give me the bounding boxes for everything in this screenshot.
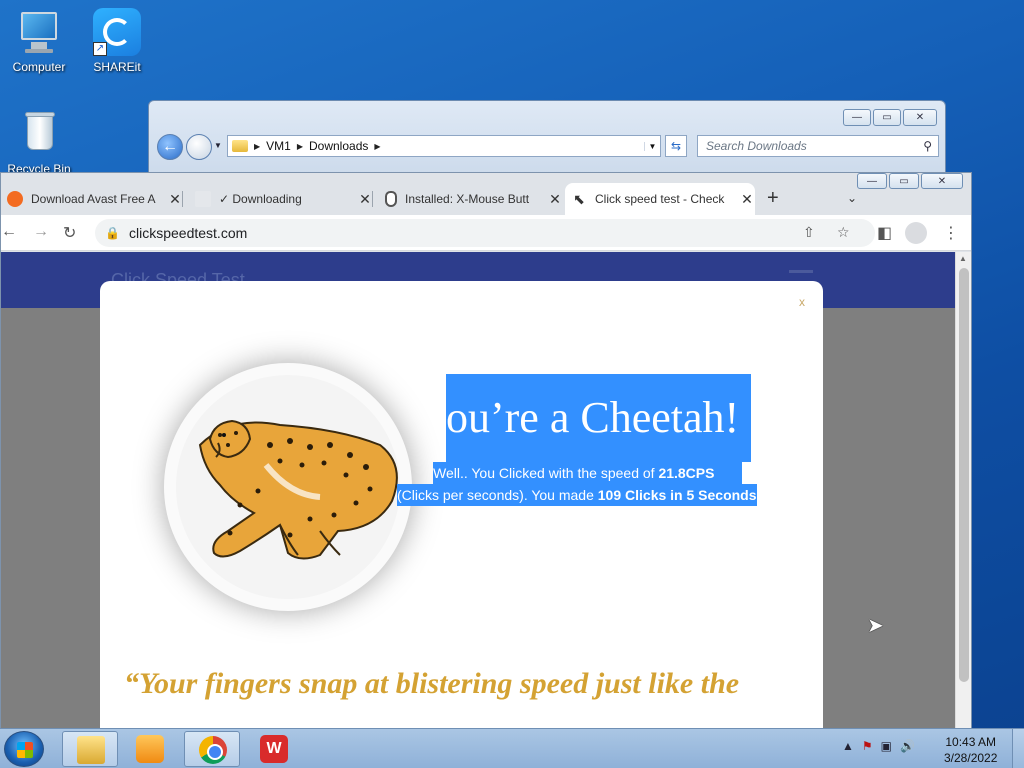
profile-avatar-icon[interactable] [905, 222, 927, 244]
lock-icon[interactable]: 🔒 [105, 226, 120, 240]
page-scrollbar[interactable]: ▲ [955, 252, 971, 728]
desktop-icon-recycle-bin[interactable]: Recycle Bin [4, 110, 74, 176]
cheetah-icon [198, 419, 398, 560]
recycle-bin-icon [15, 110, 63, 158]
close-button[interactable]: ✕ [903, 109, 937, 126]
taskbar-app-chrome[interactable] [184, 731, 240, 767]
explorer-address-bar[interactable]: ▶ VM1 ▶ Downloads ▶ ▼ [227, 135, 661, 157]
cheetah-badge [164, 363, 412, 611]
cps-value: 21.8CPS [658, 465, 715, 481]
wps-icon: W [260, 735, 288, 763]
action-center-flag-icon[interactable]: ⚑ [862, 739, 873, 753]
back-arrow-icon[interactable]: ← [157, 134, 183, 160]
taskbar: W ▲ ⚑ ▣ 🔊 10:43 AM 3/28/2022 [0, 728, 1024, 768]
chevron-right-icon[interactable]: ▶ [254, 142, 260, 151]
chevron-right-icon[interactable]: ▶ [374, 142, 380, 151]
media-player-icon [136, 735, 164, 763]
forward-arrow-icon[interactable]: → [33, 223, 49, 241]
explorer-window-controls: — ▭ ✕ [843, 109, 937, 126]
chevron-down-icon[interactable]: ▼ [644, 141, 660, 151]
clock[interactable]: 10:43 AM 3/28/2022 [944, 734, 997, 766]
page-viewport: Click Speed Test x ou’re a Cheetah! Well… [1, 252, 955, 728]
show-desktop-button[interactable] [1012, 729, 1024, 768]
browser-toolbar: ← → ↻ 🔒 clickspeedtest.com ⇧ ☆ ◧ ⋮ [1, 215, 971, 251]
explorer-icon [77, 736, 105, 764]
result-text: Well.. You Clicked with the speed of [433, 465, 659, 481]
cheetah-quote: “Your fingers snap at blistering speed j… [124, 667, 740, 700]
close-tab-icon[interactable]: ✕ [357, 191, 373, 208]
breadcrumb-item[interactable]: VM1 [266, 139, 291, 153]
menu-icon[interactable]: ⋮ [943, 223, 959, 243]
close-tab-icon[interactable]: ✕ [167, 191, 183, 208]
windows-logo-icon [17, 742, 33, 758]
clock-time: 10:43 AM [945, 735, 997, 749]
tab-strip: Download Avast Free A ✕ ✓ Downloading ✕ … [1, 183, 971, 215]
taskbar-app-wps[interactable]: W [246, 731, 302, 767]
start-button[interactable] [4, 731, 44, 767]
new-tab-button[interactable]: + [767, 187, 779, 210]
taskbar-app-media-player[interactable] [122, 731, 178, 767]
desktop-icon-label: Computer [12, 60, 66, 74]
chevron-right-icon[interactable]: ▶ [297, 142, 303, 151]
cursor-click-icon: ⬉ [573, 191, 585, 207]
url-text[interactable]: clickspeedtest.com [129, 225, 247, 241]
network-icon[interactable]: ▣ [881, 739, 892, 753]
shareit-icon: ↗ [93, 8, 141, 56]
chrome-window[interactable]: — ▭ ✕ Download Avast Free A ✕ ✓ Download… [0, 172, 972, 728]
computer-icon [15, 8, 63, 56]
modal-title: ou’re a Cheetah! [446, 393, 740, 442]
result-line-speed: Well.. You Clicked with the speed of 21.… [433, 462, 743, 484]
back-arrow-icon[interactable]: ← [1, 223, 17, 241]
result-line-clicks: (Clicks per seconds). You made 109 Click… [397, 484, 757, 506]
tab-title: Installed: X-Mouse Butt [405, 192, 530, 206]
document-icon [195, 191, 211, 207]
close-tab-icon[interactable]: ✕ [739, 191, 755, 208]
volume-icon[interactable]: 🔊 [900, 739, 915, 753]
taskbar-app-explorer[interactable] [62, 731, 118, 767]
tab-title: Downloading [232, 192, 302, 206]
desktop-icon-shareit[interactable]: ↗ SHAREit [82, 8, 152, 74]
explorer-search-input[interactable]: Search Downloads ⚲ [697, 135, 939, 157]
tab-avast[interactable]: Download Avast Free A ✕ [1, 183, 183, 215]
search-placeholder: Search Downloads [706, 139, 807, 153]
tab-downloading[interactable]: ✓ Downloading ✕ [189, 183, 373, 215]
recent-pages-dropdown[interactable]: ▼ [214, 141, 222, 150]
close-tab-icon[interactable]: ✕ [547, 191, 563, 208]
desktop-icon-label: SHAREit [93, 60, 141, 74]
check-icon: ✓ [219, 192, 233, 206]
tab-title: Click speed test - Check [595, 192, 725, 206]
system-tray: ▲ ⚑ ▣ 🔊 [842, 739, 915, 753]
avast-icon [7, 191, 23, 207]
folder-icon [232, 140, 248, 152]
clock-date: 3/28/2022 [944, 751, 998, 765]
search-icon[interactable]: ⚲ [923, 136, 932, 156]
address-bar[interactable]: 🔒 clickspeedtest.com ⇧ ☆ [95, 219, 875, 247]
scroll-up-icon[interactable]: ▲ [959, 254, 967, 263]
tab-x-mouse[interactable]: Installed: X-Mouse Butt ✕ [379, 183, 563, 215]
scroll-thumb[interactable] [959, 268, 969, 682]
forward-arrow-icon[interactable] [186, 134, 212, 160]
result-text: (Clicks per seconds). You made [397, 487, 598, 503]
modal-title-highlight: ou’re a Cheetah! [446, 374, 752, 462]
share-icon[interactable]: ⇧ [803, 224, 815, 241]
desktop-icon-computer[interactable]: Computer [4, 8, 74, 74]
result-modal: x ou’re a Cheetah! Well.. You Clicked wi… [100, 281, 823, 728]
maximize-button[interactable]: ▭ [873, 109, 901, 126]
side-panel-icon[interactable]: ◧ [877, 223, 892, 243]
minimize-button[interactable]: — [843, 109, 871, 126]
tab-title: Download Avast Free A [31, 192, 156, 206]
mouse-icon [385, 191, 397, 207]
tab-search-button[interactable]: ⌄ [847, 191, 857, 205]
chrome-icon [199, 736, 227, 764]
show-hidden-icons-icon[interactable]: ▲ [842, 739, 854, 753]
tab-click-speed-test[interactable]: ⬉ Click speed test - Check ✕ [565, 183, 755, 215]
clicks-summary: 109 Clicks in 5 Seconds [597, 487, 757, 503]
reload-icon[interactable]: ↻ [63, 223, 76, 243]
modal-close-button[interactable]: x [799, 295, 805, 309]
mouse-pointer-icon: ➤ [867, 615, 884, 637]
refresh-icon[interactable]: ⇆ [665, 135, 687, 157]
breadcrumb-item[interactable]: Downloads [309, 139, 368, 153]
star-icon[interactable]: ☆ [837, 224, 850, 241]
